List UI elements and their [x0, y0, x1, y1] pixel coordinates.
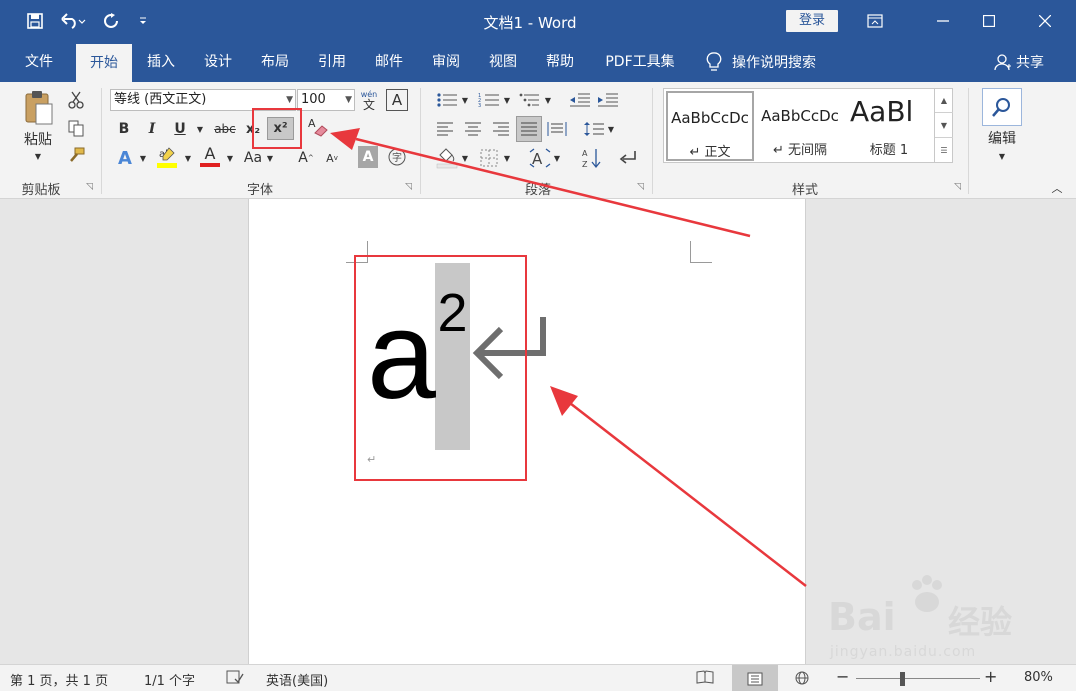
superscript-highlight-box — [252, 108, 302, 149]
zoom-in-icon[interactable]: + — [984, 667, 997, 686]
arrow-head-icon — [330, 128, 360, 150]
language-indicator[interactable]: 英语(美国) — [266, 670, 328, 689]
zoom-out-icon[interactable]: − — [836, 667, 849, 686]
zoom-slider-thumb[interactable] — [900, 672, 905, 686]
web-layout-icon[interactable] — [794, 670, 812, 690]
page-count[interactable]: 第 1 页，共 1 页 — [10, 670, 108, 689]
annotation-arrows — [252, 108, 807, 587]
zoom-slider-track[interactable] — [856, 678, 980, 679]
word-count[interactable]: 1/1 个字 — [144, 670, 195, 689]
zoom-level[interactable]: 80% — [1024, 670, 1053, 685]
read-mode-icon[interactable] — [696, 670, 714, 688]
word-window: 文档1 - Word 登录 文件 开始 插入 设计 布局 引用 邮件 审阅 视图… — [0, 0, 1076, 691]
print-layout-icon[interactable] — [732, 665, 778, 691]
proofing-icon[interactable] — [226, 670, 244, 688]
status-bar: 第 1 页，共 1 页 1/1 个字 英语(美国) − + 80% — [0, 664, 1076, 691]
arrow-head-icon — [550, 386, 578, 416]
